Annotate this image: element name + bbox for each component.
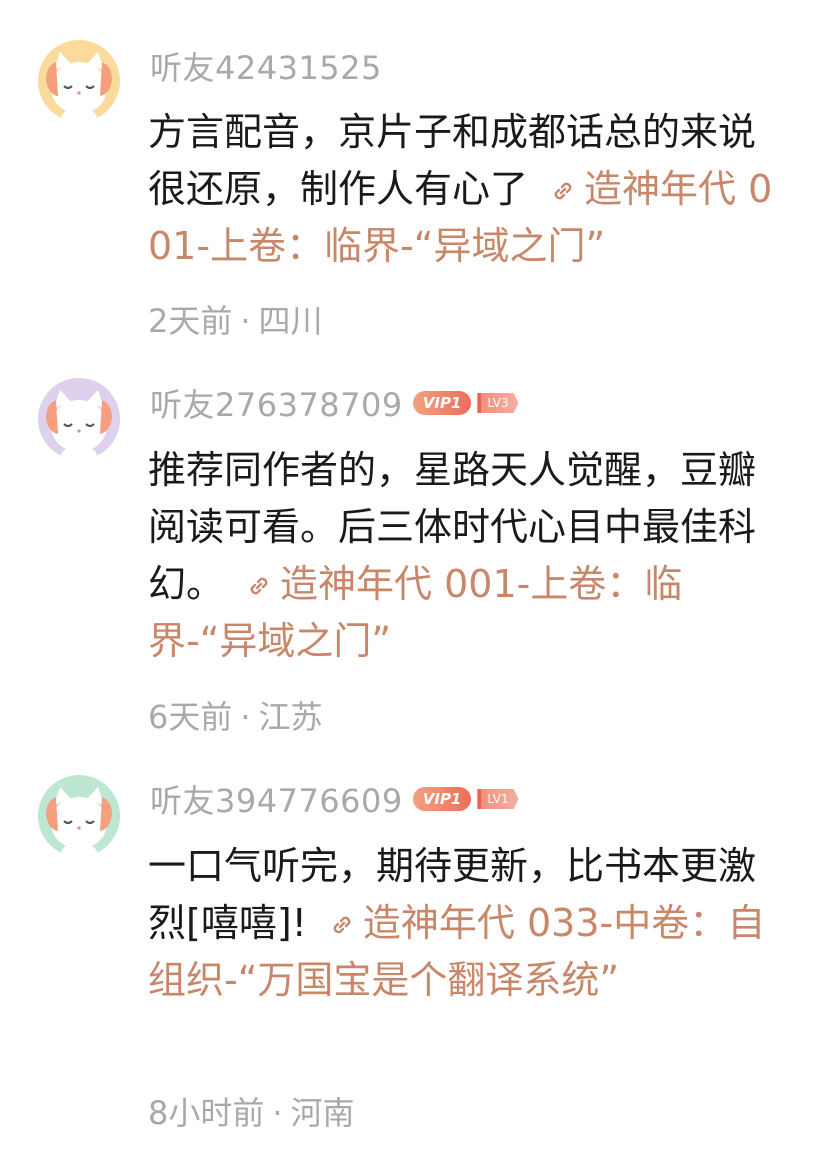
username[interactable]: 听友42431525 xyxy=(150,43,382,89)
comment-meta: 8小时前 · 河南 xyxy=(148,1088,355,1134)
username-row: 听友276378709 VIP1 LV3 xyxy=(150,380,519,426)
avatar[interactable] xyxy=(38,40,120,122)
cat-avatar-icon xyxy=(38,40,120,122)
comment-text-block: 方言配音，京片子和成都话总的来说很还原，制作人有心了 造神年代 001-上卷：临… xyxy=(148,104,788,275)
episode-link[interactable]: 造神年代 001-上卷：临界-“异域之门” xyxy=(148,562,682,663)
comment-location: 江苏 xyxy=(258,698,323,736)
comment-time: 6天前 xyxy=(148,698,233,736)
comment-location: 四川 xyxy=(258,302,323,340)
vip-badge: VIP1 xyxy=(412,787,472,811)
meta-separator: · xyxy=(272,1094,283,1132)
comment-text-block: 一口气听完，期待更新，比书本更激烈[嘻嘻]! 造神年代 033-中卷：自组织-“… xyxy=(148,838,788,1009)
cat-avatar-icon xyxy=(38,378,120,460)
username[interactable]: 听友394776609 xyxy=(150,776,403,822)
level-badge: LV3 xyxy=(477,393,519,413)
meta-separator: · xyxy=(240,698,251,736)
comment-meta: 2天前 · 四川 xyxy=(148,296,323,342)
link-icon xyxy=(554,182,572,200)
level-badge: LV1 xyxy=(477,789,519,809)
meta-separator: · xyxy=(240,302,251,340)
link-icon xyxy=(250,577,268,595)
avatar[interactable] xyxy=(38,378,120,460)
comment-meta: 6天前 · 江苏 xyxy=(148,692,323,738)
username-row: 听友42431525 xyxy=(150,43,382,89)
comment-time: 2天前 xyxy=(148,302,233,340)
vip-badge: VIP1 xyxy=(412,391,472,415)
link-icon xyxy=(333,916,351,934)
username[interactable]: 听友276378709 xyxy=(150,380,403,426)
comment-text-block: 推荐同作者的，星路天人觉醒，豆瓣阅读可看。后三体时代心目中最佳科幻。 造神年代 … xyxy=(148,442,788,670)
username-row: 听友394776609 VIP1 LV1 xyxy=(150,776,519,822)
cat-avatar-icon xyxy=(38,775,120,857)
comment-location: 河南 xyxy=(290,1094,355,1132)
avatar[interactable] xyxy=(38,775,120,857)
comment-time: 8小时前 xyxy=(148,1094,265,1132)
